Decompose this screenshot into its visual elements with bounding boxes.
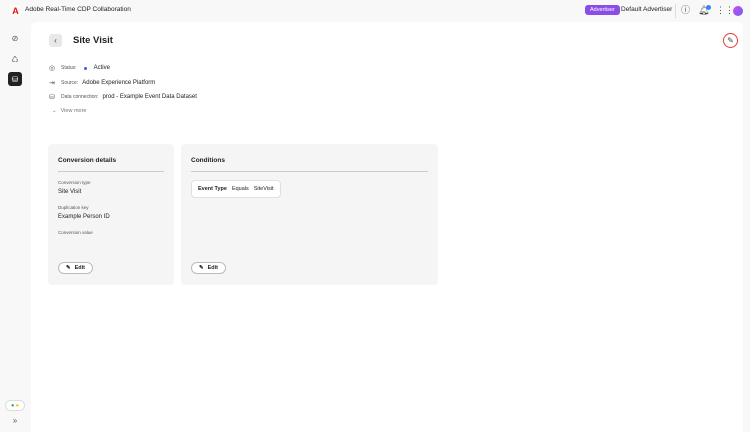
database-icon: ⛁ [49, 94, 55, 101]
conversion-value-label: Conversion value [58, 230, 93, 235]
card-title: Conditions [191, 157, 225, 164]
pencil-icon: ✎ [66, 265, 71, 271]
smile-icon: ● [15, 402, 20, 409]
page-title: Site Visit [73, 35, 113, 46]
card-title: Conversion details [58, 157, 117, 164]
conversion-type-value: Site Visit [58, 189, 82, 195]
condition-chip[interactable]: Event Type Equals SiteVisit [191, 180, 281, 198]
edit-conditions-button[interactable]: ✎ Edit [191, 262, 226, 274]
connection-value: prod - Example Event Data Dataset [102, 94, 197, 100]
main-panel: ‹ Site Visit ✎ ◎ Status: Active ⇥ Source: Ad… [31, 22, 743, 432]
dedup-key-label: Duplication key [58, 205, 89, 210]
source-label: Source: [61, 80, 79, 86]
nav-campaigns-icon[interactable]: ⛁ [8, 72, 22, 86]
status-dot [83, 66, 87, 70]
view-more-label: View more [60, 108, 87, 114]
role-badge: Advertiser [585, 5, 620, 15]
happy-icon: ● [10, 402, 15, 409]
divider [675, 4, 676, 18]
divider [191, 171, 428, 172]
status-label: Status: [61, 65, 77, 71]
back-button[interactable]: ‹ [49, 34, 62, 47]
source-icon: ⇥ [49, 80, 55, 87]
top-bar: A Adobe Real-Time CDP Collaboration Adve… [0, 0, 750, 22]
help-icon[interactable]: ⓘ [681, 5, 690, 16]
chevron-down-icon: ⌄ [52, 108, 57, 114]
nav-explore-icon[interactable]: ⊘ [8, 31, 22, 45]
status-value: Active [93, 65, 110, 71]
status-icon: ◎ [49, 65, 56, 72]
condition-value: SiteVisit [253, 186, 274, 192]
feedback-button[interactable]: ● ● [5, 400, 25, 411]
edit-label: Edit [74, 265, 85, 271]
connection-row: ⛁ Data connection: prod - Example Event Da… [49, 93, 197, 101]
adobe-logo-icon[interactable]: A [10, 5, 21, 16]
source-value: Adobe Experience Platform [82, 80, 156, 86]
notification-dot [706, 5, 711, 10]
status-row: ◎ Status: Active [49, 64, 110, 72]
divider [58, 171, 164, 172]
dedup-key-value: Example Person ID [58, 214, 110, 220]
conversion-type-label: Conversion type [58, 180, 91, 185]
nav-connections-icon[interactable]: ♺ [8, 52, 22, 66]
source-row: ⇥ Source: Adobe Experience Platform [49, 79, 155, 87]
edit-pencil-button[interactable]: ✎ [723, 33, 738, 48]
expand-rail-icon[interactable]: » [8, 413, 22, 427]
conditions-card: Conditions Event Type Equals SiteVisit ✎ Ed… [181, 144, 438, 285]
edit-label: Edit [207, 265, 218, 271]
condition-field: Event Type [198, 186, 227, 192]
app-title: Adobe Real-Time CDP Collaboration [25, 6, 131, 13]
avatar[interactable] [733, 6, 743, 16]
pencil-icon: ✎ [199, 265, 204, 271]
apps-grid-icon[interactable]: ⋮⋮ [716, 5, 734, 16]
view-more-toggle[interactable]: ⌄ View more [52, 108, 87, 114]
account-name[interactable]: Default Advertiser [621, 6, 672, 13]
condition-operator: Equals [231, 186, 249, 192]
edit-conversion-button[interactable]: ✎ Edit [58, 262, 93, 274]
conversion-details-card: Conversion details Conversion type Site … [48, 144, 174, 285]
connection-label: Data connection: [61, 94, 99, 100]
